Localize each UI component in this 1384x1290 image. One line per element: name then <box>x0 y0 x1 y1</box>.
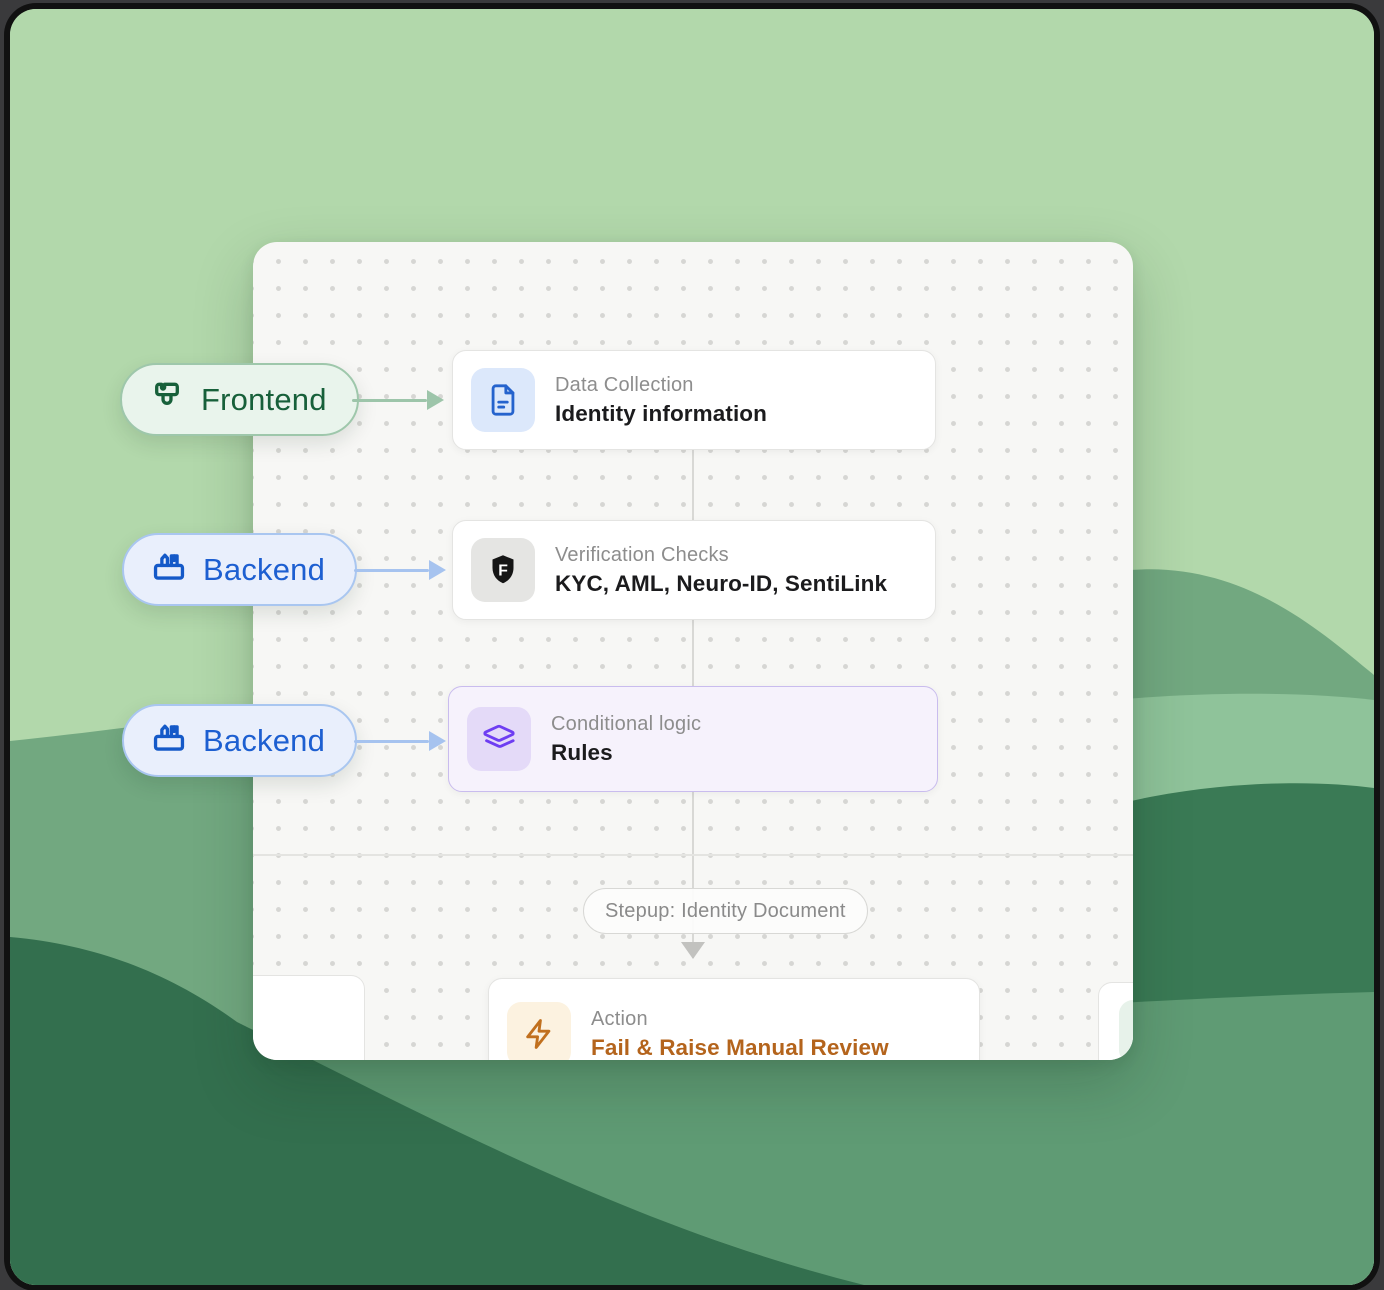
svg-text:F: F <box>498 562 508 579</box>
toolbox-icon <box>150 719 188 762</box>
callout-label: Backend <box>203 552 325 588</box>
node-title: Fail & Raise Manual Review <box>591 1035 889 1061</box>
edge-label-stepup[interactable]: Stepup: Identity Document <box>583 888 868 934</box>
file-text-icon <box>471 368 535 432</box>
callout-frontend: Frontend <box>120 363 359 436</box>
flow-node-partial-left[interactable] <box>253 975 365 1060</box>
node-category: Data Collection <box>555 374 767 397</box>
callout-arrow-frontend <box>352 389 444 411</box>
layers-icon <box>467 707 531 771</box>
flow-node-action[interactable]: Action Fail & Raise Manual Review <box>488 978 980 1060</box>
callout-backend-1: Backend <box>122 533 357 606</box>
flow-node-verification-checks[interactable]: F Verification Checks KYC, AML, Neuro-ID… <box>452 520 936 620</box>
flow-canvas[interactable]: Data Collection Identity information F V… <box>253 242 1133 1060</box>
zap-icon <box>507 1002 571 1060</box>
toolbox-icon <box>150 548 188 591</box>
node-title: Rules <box>551 740 701 766</box>
node-title: KYC, AML, Neuro-ID, SentiLink <box>555 571 887 597</box>
flow-node-data-collection[interactable]: Data Collection Identity information <box>452 350 936 450</box>
callout-arrow-backend-1 <box>354 559 446 581</box>
shield-f-icon: F <box>471 538 535 602</box>
paintbrush-icon <box>148 378 186 421</box>
callout-arrow-backend-2 <box>354 730 446 752</box>
node-category: Conditional logic <box>551 713 701 736</box>
node-category: Action <box>591 1008 889 1031</box>
flow-node-partial-right[interactable] <box>1098 982 1133 1060</box>
node-title: Identity information <box>555 401 767 427</box>
connector-arrowhead-icon <box>681 942 705 959</box>
callout-label: Frontend <box>201 382 327 418</box>
node-icon-placeholder <box>1119 1000 1133 1060</box>
flow-node-conditional-logic[interactable]: Conditional logic Rules <box>448 686 938 792</box>
screenshot-stage: Data Collection Identity information F V… <box>0 0 1384 1290</box>
callout-label: Backend <box>203 723 325 759</box>
node-category: Verification Checks <box>555 544 887 567</box>
callout-backend-2: Backend <box>122 704 357 777</box>
swimlane-divider <box>253 854 1133 856</box>
